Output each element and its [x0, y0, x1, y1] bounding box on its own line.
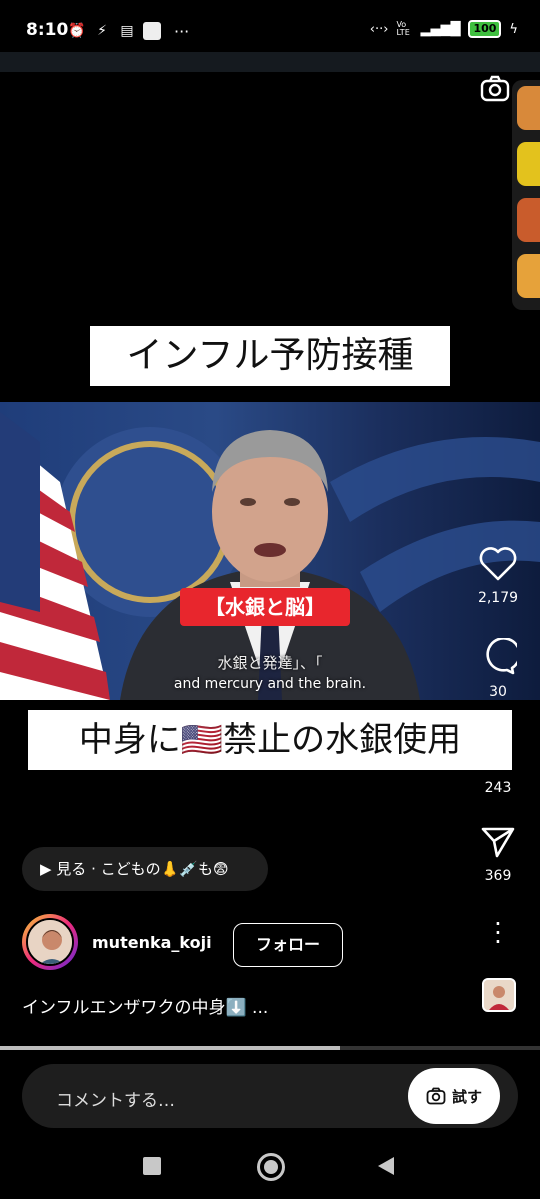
notes-icon: ▤	[120, 23, 134, 39]
share-count: 369	[484, 868, 512, 884]
try-camera-button[interactable]: 試す	[408, 1068, 500, 1124]
shield-icon: ⚡	[97, 23, 107, 39]
video-subtitle-en: and mercury and the brain.	[173, 676, 367, 692]
overlay-title-bottom: 中身に🇺🇸禁止の水銀使用	[28, 710, 512, 770]
like-button[interactable]: 2,179	[466, 546, 530, 606]
signal-icon: ▂▄▆█	[420, 21, 461, 37]
video-progress-bar[interactable]	[0, 1046, 540, 1050]
back-button[interactable]	[376, 1155, 396, 1177]
video-tag: 【水銀と脳】	[180, 588, 350, 626]
floating-app-tray[interactable]	[512, 80, 540, 310]
username[interactable]: mutenka_koji	[92, 933, 212, 952]
try-label: 試す	[451, 1087, 482, 1106]
more-notifications-icon: ···	[174, 22, 190, 41]
recents-button[interactable]	[143, 1157, 161, 1175]
repost-count: 243	[484, 780, 512, 796]
volte-icon: Vo LTE	[396, 20, 410, 37]
comment-count: 30	[489, 684, 507, 700]
send-icon	[481, 827, 515, 858]
tray-app-1-icon[interactable]	[517, 86, 540, 130]
video-progress-fill	[0, 1046, 341, 1050]
audio-thumbnail[interactable]	[482, 978, 516, 1012]
home-button[interactable]	[257, 1153, 285, 1181]
audio-chip[interactable]: ▶ 見る · こどもの👃💉も😨	[22, 847, 268, 891]
data-transfer-icon: ‹··›	[369, 21, 389, 37]
camera-icon[interactable]	[478, 72, 512, 106]
heart-icon	[479, 547, 517, 581]
video-subtitle-jp: 水銀と発達」、「	[217, 654, 323, 672]
tray-app-2-icon[interactable]	[517, 142, 540, 186]
status-time: 8:10	[26, 20, 69, 40]
more-options-icon[interactable]: · · ·	[486, 912, 510, 954]
overlay-title-top: インフル予防接種	[90, 326, 450, 386]
caption[interactable]: インフルエンザワクの中身⬇️ ...	[22, 993, 268, 1018]
status-right: ‹··› Vo LTE ▂▄▆█ 100 ϟ	[370, 20, 518, 38]
repost-icon	[485, 742, 511, 768]
avatar-image	[26, 918, 74, 966]
battery-icon: 100	[468, 20, 502, 38]
comment-button[interactable]: 30	[466, 637, 530, 700]
follow-button[interactable]: フォロー	[233, 923, 343, 967]
repost-button[interactable]: 243	[466, 738, 530, 796]
comment-input[interactable]: コメントする…	[56, 1086, 175, 1111]
top-strip	[0, 52, 540, 72]
video-frame[interactable]: 【水銀と脳】 水銀と発達」、「 and mercury and the brai…	[0, 402, 540, 700]
tray-app-3-icon[interactable]	[517, 198, 540, 242]
comment-bubble-icon	[486, 637, 521, 675]
share-button[interactable]: 369	[466, 824, 530, 884]
tray-app-4-icon[interactable]	[517, 254, 540, 298]
avatar[interactable]	[22, 914, 78, 970]
app-notification-icon	[143, 22, 161, 40]
charging-icon: ϟ	[509, 21, 518, 37]
alarm-icon: ⏰	[68, 23, 86, 39]
like-count: 2,179	[477, 590, 519, 606]
camera-small-icon	[426, 1087, 446, 1105]
